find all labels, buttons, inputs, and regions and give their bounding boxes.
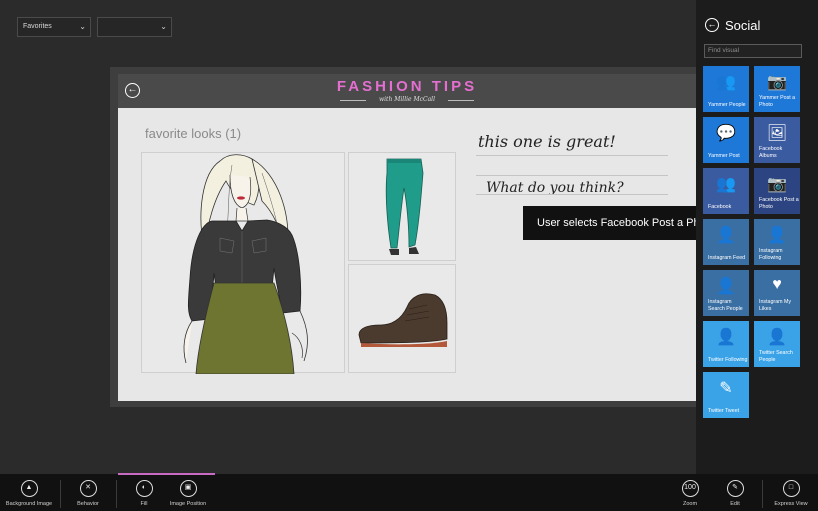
camera-icon: 📷 (767, 74, 787, 91)
zoom-label: Zoom (682, 501, 698, 507)
image-position-label: Image Position (169, 501, 207, 507)
express-view-button[interactable]: □ Express View (770, 480, 812, 507)
tile-label: Instagram Search People (708, 299, 743, 312)
selection-accent (118, 473, 215, 475)
note-1: this one is great! (478, 132, 616, 151)
tile-label: Yammer People (708, 101, 746, 108)
tile-label: Facebook (708, 203, 732, 210)
find-visual-input[interactable]: Find visual (704, 44, 802, 58)
social-pane: ← Social Find visual 👥 Yammer People 📷 Y… (696, 0, 818, 474)
tile-yammer-people[interactable]: 👥 Yammer People (703, 66, 749, 112)
tile-label: Instagram My Likes (759, 299, 792, 312)
pants-illustration (385, 158, 424, 255)
background-image-label: Background Image (5, 501, 53, 507)
shoe-image[interactable] (348, 264, 456, 373)
behavior-label: Behavior (77, 501, 99, 507)
message-icon: 💬 (716, 125, 736, 142)
pants-image[interactable] (348, 152, 456, 261)
search-people-icon: 👤 (716, 278, 736, 295)
fill-icon: ◐ (135, 480, 153, 497)
back-arrow-icon[interactable]: ← (705, 18, 719, 32)
tile-yammer-post[interactable]: 💬 Yammer Post (703, 117, 749, 163)
brand-title: FASHION TIPS (336, 78, 478, 95)
feed-icon: 👤 (716, 227, 736, 244)
outfit-image[interactable] (141, 152, 345, 375)
pane-title: Social (725, 18, 761, 33)
note-1-line (476, 155, 668, 156)
secondary-dropdown[interactable]: ⌄ (97, 17, 172, 37)
image-position-button[interactable]: ▣ Image Position (166, 480, 210, 507)
chevron-down-icon: ⌄ (79, 22, 86, 31)
express-view-label: Express View (774, 501, 808, 507)
search-people-icon: 👤 (767, 329, 787, 346)
tile-label: Twitter Tweet (708, 407, 740, 414)
camera-icon: 📷 (767, 176, 787, 193)
album-icon: 🖼 (766, 125, 788, 142)
app-window: Favorites ⌄ ⌄ ← FASHION TIPS with Millie… (0, 0, 818, 511)
edit-icon: ✎ (726, 480, 744, 497)
chevron-down-icon: ⌄ (160, 22, 167, 31)
behavior-button[interactable]: ✕ Behavior (70, 480, 106, 507)
tile-label: Twitter Search People (759, 350, 793, 363)
tile-label: Twitter Following (708, 356, 748, 363)
tooltip-text: User selects Facebook Post a Photo (537, 217, 715, 229)
fill-button[interactable]: ◐ Fill (129, 480, 159, 507)
heart-icon: ♥ (772, 276, 782, 293)
tile-twitter-tweet[interactable]: ✎ Twitter Tweet (703, 372, 749, 418)
tile-label: Yammer Post (708, 152, 740, 159)
zoom-button[interactable]: 100 Zoom (675, 480, 705, 507)
edit-label: Edit (730, 501, 740, 507)
favorites-heading: favorite looks (1) (145, 126, 242, 141)
shoe-illustration (358, 293, 448, 347)
divider (116, 480, 117, 508)
image-icon: ▲ (20, 480, 38, 497)
tile-twitter-search-people[interactable]: 👤 Twitter Search People (754, 321, 800, 367)
behavior-icon: ✕ (79, 480, 97, 497)
zoom-value: 100 (681, 480, 699, 497)
tile-yammer-post-photo[interactable]: 📷 Yammer Post a Photo (754, 66, 800, 112)
note-line (476, 175, 668, 176)
tile-instagram-feed[interactable]: 👤 Instagram Feed (703, 219, 749, 265)
favorites-dropdown[interactable]: Favorites ⌄ (17, 17, 91, 37)
woman-illustration (183, 154, 308, 375)
tile-facebook[interactable]: 👥 Facebook (703, 168, 749, 214)
canvas-header: ← FASHION TIPS with Millie McCall (118, 74, 696, 108)
tile-instagram-following[interactable]: 👤 Instagram Following (754, 219, 800, 265)
people-icon: 👥 (716, 176, 736, 193)
tile-instagram-my-likes[interactable]: ♥ Instagram My Likes (754, 270, 800, 316)
compose-icon: ✎ (719, 380, 733, 397)
tile-instagram-search-people[interactable]: 👤 Instagram Search People (703, 270, 749, 316)
favorites-dropdown-value: Favorites (23, 23, 52, 30)
divider (448, 100, 474, 101)
fill-label: Fill (140, 501, 148, 507)
brand-subtitle: with Millie McCall (378, 96, 436, 103)
background-image-button[interactable]: ▲ Background Image (4, 480, 54, 507)
tile-label: Instagram Following (759, 248, 783, 261)
tile-label: Facebook Albums (759, 146, 783, 159)
edit-button[interactable]: ✎ Edit (720, 480, 750, 507)
people-icon: 👥 (716, 74, 736, 91)
following-icon: 👤 (767, 227, 787, 244)
divider (762, 480, 763, 508)
tile-facebook-post-photo[interactable]: 📷 Facebook Post a Photo (754, 168, 800, 214)
find-visual-placeholder: Find visual (708, 47, 740, 54)
image-position-icon: ▣ (179, 480, 197, 497)
tile-twitter-following[interactable]: 👤 Twitter Following (703, 321, 749, 367)
following-icon: 👤 (716, 329, 736, 346)
tile-label: Instagram Feed (708, 254, 746, 261)
tile-facebook-albums[interactable]: 🖼 Facebook Albums (754, 117, 800, 163)
note-2-line (476, 194, 668, 195)
tile-label: Facebook Post a Photo (759, 197, 799, 210)
divider (60, 480, 61, 508)
express-view-icon: □ (782, 480, 800, 497)
tile-label: Yammer Post a Photo (759, 95, 796, 108)
